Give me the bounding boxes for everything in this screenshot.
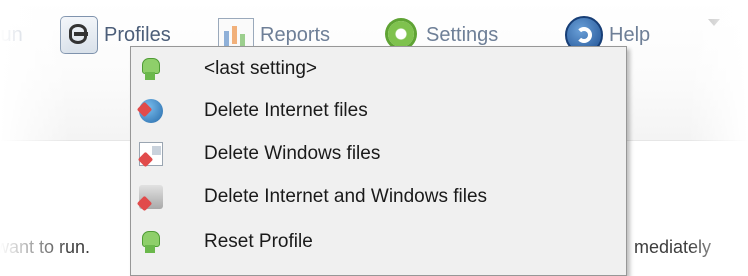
robot-reset-icon	[139, 230, 163, 254]
menu-item-label: Delete Windows files	[204, 143, 381, 164]
settings-label: Settings	[426, 23, 499, 46]
menu-item-reset-profile[interactable]: Reset Profile	[131, 222, 626, 262]
menu-item-label: Delete Internet and Windows files	[204, 186, 488, 207]
menu-item-label: <last setting>	[204, 58, 318, 79]
chevron-down-icon[interactable]	[708, 19, 720, 26]
menu-item-delete-internet-files[interactable]: Delete Internet files	[131, 91, 626, 131]
robot-icon	[139, 57, 163, 81]
body-text-right: mediately	[634, 237, 712, 257]
reports-label: Reports	[260, 23, 331, 46]
run-button[interactable]: Run	[0, 16, 23, 54]
menu-item-last-setting[interactable]: <last setting>	[131, 49, 626, 89]
run-label: Run	[0, 23, 23, 46]
body-text-left: want to run.	[0, 237, 91, 257]
globe-delete-icon	[139, 99, 163, 123]
menu-item-delete-windows-files[interactable]: Delete Windows files	[131, 134, 626, 174]
profiles-label: Profiles	[104, 23, 171, 46]
menu-item-delete-internet-and-windows-files[interactable]: Delete Internet and Windows files	[131, 177, 626, 217]
help-label: Help	[609, 23, 651, 46]
profiles-icon	[60, 16, 98, 54]
profiles-menu: <last setting> Delete Internet files Del…	[130, 46, 627, 276]
drive-delete-icon	[139, 185, 163, 209]
menu-item-label: Delete Internet files	[204, 100, 368, 121]
menu-item-label: Reset Profile	[204, 231, 313, 252]
windows-file-delete-icon	[139, 142, 163, 166]
